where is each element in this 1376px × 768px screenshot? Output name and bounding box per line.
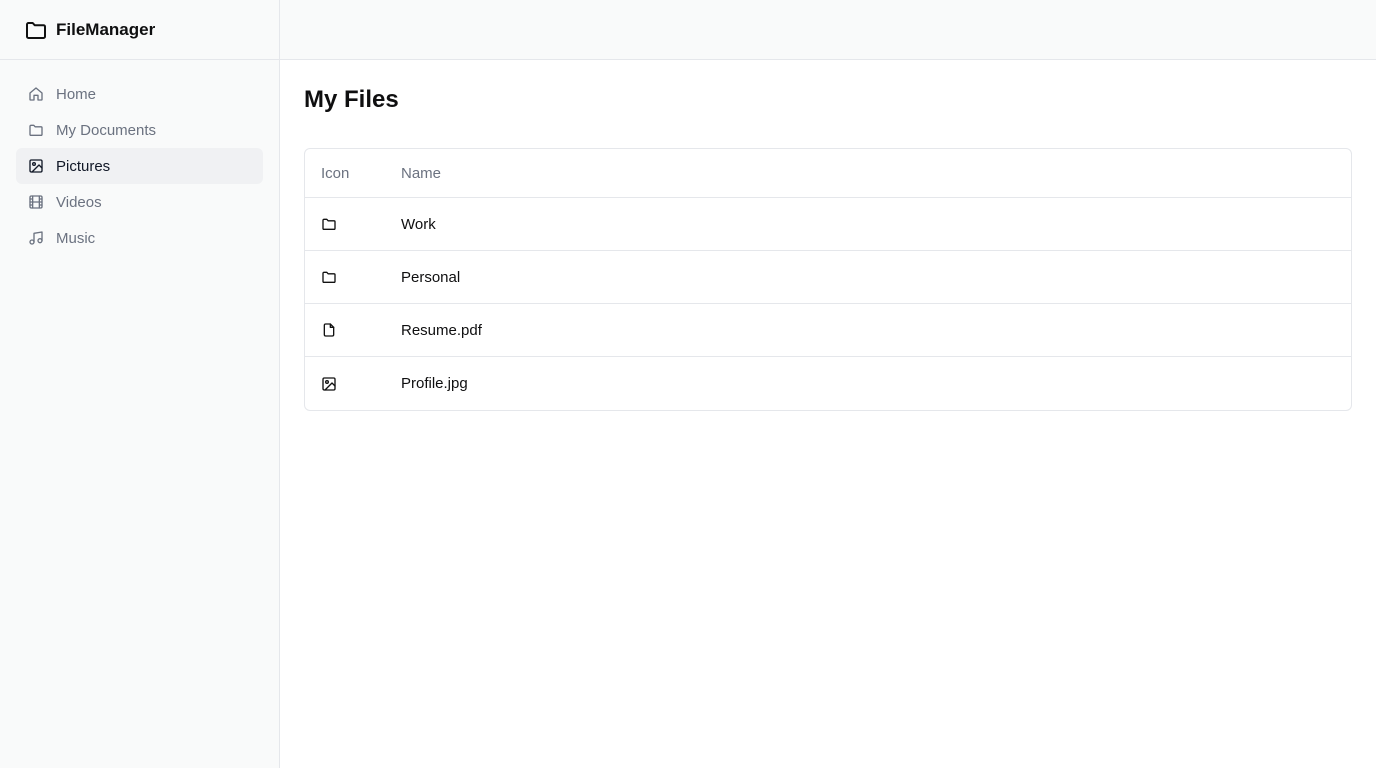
sidebar-item-label: Videos: [56, 193, 102, 211]
sidebar-item-label: Pictures: [56, 157, 111, 175]
sidebar-item-label: Home: [56, 85, 97, 103]
file-name: Personal: [401, 268, 461, 286]
table-row[interactable]: Profile.jpg: [305, 357, 1351, 410]
sidebar-item-videos[interactable]: Videos: [16, 184, 263, 220]
page-title: My Files: [304, 86, 399, 113]
music-note-icon: [28, 230, 44, 246]
folder-icon: [321, 216, 337, 232]
sidebar-item-label: Music: [56, 229, 96, 247]
table-row[interactable]: Work: [305, 198, 1351, 251]
app-name: FileManager: [56, 19, 156, 39]
folder-icon: [28, 122, 44, 138]
film-icon: [28, 194, 44, 210]
main-area: My Files Icon Name Work Personal Resume.…: [280, 0, 1376, 768]
content: My Files Icon Name Work Personal Resume.…: [280, 60, 1376, 435]
table-row[interactable]: Personal: [305, 251, 1351, 304]
app-root: FileManager Home My Documents Pictures V…: [0, 0, 1376, 768]
sidebar-item-pictures[interactable]: Pictures: [16, 148, 263, 184]
sidebar-item-my-documents[interactable]: My Documents: [16, 112, 263, 148]
file-name: Profile.jpg: [401, 375, 468, 392]
file-name: Resume.pdf: [401, 321, 482, 339]
column-header-icon: Icon: [321, 164, 350, 182]
table-header: Icon Name: [305, 149, 1351, 198]
folder-icon: [321, 269, 337, 285]
folder-icon: [24, 18, 56, 42]
image-icon: [321, 376, 337, 392]
home-icon: [28, 86, 44, 102]
sidebar: FileManager Home My Documents Pictures V…: [0, 0, 280, 768]
sidebar-nav: Home My Documents Pictures Videos Music: [0, 60, 279, 272]
files-table: Icon Name Work Personal Resume.pdf Profi…: [304, 148, 1352, 411]
brand[interactable]: FileManager: [0, 0, 279, 60]
top-bar: [280, 0, 1376, 60]
file-name: Work: [401, 215, 436, 233]
image-icon: [28, 158, 44, 174]
sidebar-item-home[interactable]: Home: [16, 76, 263, 112]
table-row[interactable]: Resume.pdf: [305, 304, 1351, 357]
sidebar-item-label: My Documents: [56, 121, 157, 139]
column-header-name: Name: [401, 164, 442, 182]
file-icon: [321, 322, 337, 338]
sidebar-item-music[interactable]: Music: [16, 220, 263, 256]
